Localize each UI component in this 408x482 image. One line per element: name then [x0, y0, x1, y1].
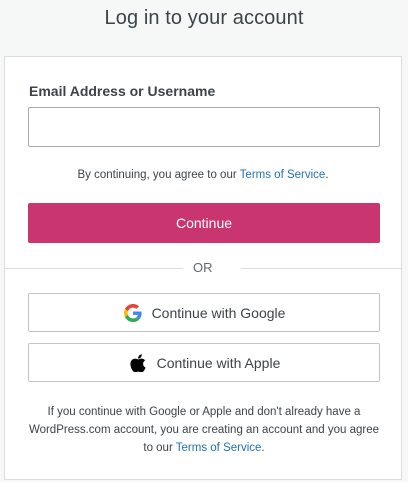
footer-note-suffix: .: [261, 442, 265, 454]
email-input[interactable]: [28, 107, 380, 147]
login-card: Email Address or Username By continuing,…: [4, 56, 402, 480]
divider-text: OR: [193, 260, 213, 275]
or-divider: OR: [5, 261, 401, 275]
tos-prefix: By continuing, you agree to our: [77, 169, 240, 181]
email-label: Email Address or Username: [29, 83, 216, 99]
tos-suffix: .: [325, 169, 329, 181]
continue-button[interactable]: Continue: [28, 203, 380, 243]
social-signup-notice: If you continue with Google or Apple and…: [25, 403, 383, 457]
page-title: Log in to your account: [104, 7, 304, 29]
terms-of-service-link[interactable]: Terms of Service: [240, 169, 326, 181]
google-button-label: Continue with Google: [151, 304, 286, 321]
continue-with-google-button[interactable]: Continue with Google: [28, 293, 380, 332]
apple-logo-icon: [128, 353, 148, 373]
google-logo-icon: [123, 303, 143, 323]
tos-notice: By continuing, you agree to our Terms of…: [5, 169, 401, 181]
divider-line-left: [5, 268, 183, 269]
divider-line-right: [241, 268, 401, 269]
footer-terms-of-service-link[interactable]: Terms of Service: [176, 442, 262, 454]
apple-button-label: Continue with Apple: [156, 354, 281, 371]
continue-with-apple-button[interactable]: Continue with Apple: [28, 343, 380, 382]
